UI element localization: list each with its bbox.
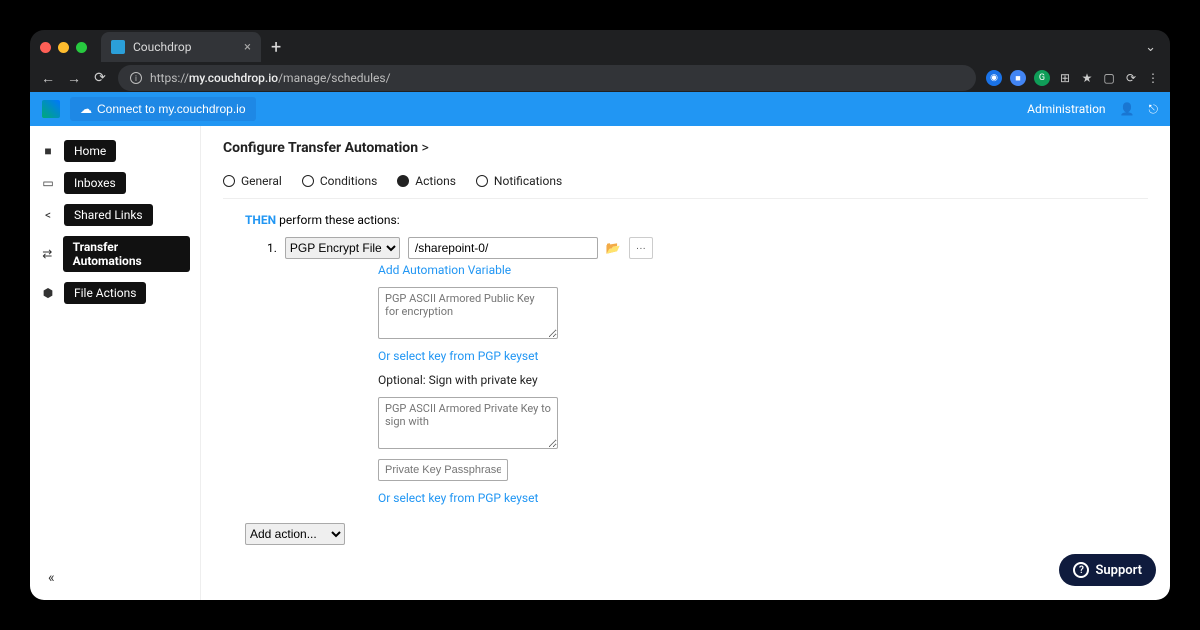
sidebar-item-home[interactable]: ■ Home [40,140,190,162]
logout-icon[interactable]: ⎋ [1149,102,1159,117]
connect-button[interactable]: ☁ Connect to my.couchdrop.io [70,97,256,121]
profile-square-icon[interactable]: ▢ [1102,71,1116,85]
app-topbar: ☁ Connect to my.couchdrop.io Administrat… [30,92,1170,126]
cloud-icon: ☁ [80,102,92,116]
step-circle-icon [223,175,235,187]
extension-icon[interactable]: ◉ [986,70,1002,86]
folder-icon: ■ [40,144,56,158]
new-tab-button[interactable]: + [271,37,281,58]
action-row: 1. PGP Encrypt File 📂 ··· [267,237,1148,259]
site-info-icon[interactable]: i [130,72,142,84]
window-controls [40,42,87,53]
extension-puzzle-icon[interactable]: ⊞ [1058,71,1072,85]
bookmark-icon[interactable]: ★ [1080,71,1094,85]
chevron-down-icon[interactable]: ⌄ [1145,40,1156,55]
close-tab-icon[interactable]: × [244,40,251,55]
collapse-sidebar-icon[interactable]: « [48,570,55,586]
sidebar-item-label: Inboxes [64,172,126,194]
tab-strip: Couchdrop × + ⌄ [30,30,1170,64]
step-label: Actions [415,174,456,188]
sidebar-item-inboxes[interactable]: ▭ Inboxes [40,172,190,194]
sidebar-item-file-actions[interactable]: ⬢ File Actions [40,282,190,304]
sidebar-item-label: Home [64,140,116,162]
app-logo[interactable] [42,100,60,118]
add-variable-link[interactable]: Add Automation Variable [378,263,1148,277]
share-icon: < [40,208,56,222]
forward-button[interactable]: → [66,70,82,87]
app-body: ■ Home ▭ Inboxes < Shared Links ⇄ Transf… [30,126,1170,600]
step-label: Conditions [320,174,377,188]
public-key-textarea[interactable] [378,287,558,339]
administration-link[interactable]: Administration [1027,102,1105,116]
user-icon[interactable]: 👤 [1120,102,1135,116]
tab-title: Couchdrop [133,40,191,54]
sidebar: ■ Home ▭ Inboxes < Shared Links ⇄ Transf… [30,126,200,600]
sidebar-item-label: Transfer Automations [63,236,190,272]
address-bar[interactable]: i https://my.couchdrop.io/manage/schedul… [118,65,976,91]
main-content: Configure Transfer Automation > General … [200,126,1170,600]
step-notifications[interactable]: Notifications [476,174,562,188]
action-number: 1. [267,241,277,255]
cast-icon[interactable]: ⟳ [1124,71,1138,85]
support-label: Support [1095,563,1142,578]
optional-sign-label: Optional: Sign with private key [378,373,1148,387]
step-label: Notifications [494,174,562,188]
select-keyset-link[interactable]: Or select key from PGP keyset [378,349,1148,363]
maximize-window-icon[interactable] [76,42,87,53]
step-conditions[interactable]: Conditions [302,174,377,188]
private-key-textarea[interactable] [378,397,558,449]
select-keyset-link-2[interactable]: Or select key from PGP keyset [378,491,1148,505]
browser-window: Couchdrop × + ⌄ ← → ⟳ i https://my.couch… [30,30,1170,600]
step-circle-filled-icon [397,175,409,187]
sidebar-item-label: File Actions [64,282,146,304]
action-type-select[interactable]: PGP Encrypt File [285,237,400,259]
folder-open-icon[interactable]: 📂 [606,241,621,255]
more-options-button[interactable]: ··· [629,237,653,259]
breadcrumb-arrow-icon: > [422,140,429,156]
action-details: Add Automation Variable Or select key fr… [378,263,1148,505]
step-actions[interactable]: Actions [397,174,456,188]
step-tabs: General Conditions Actions Notifications [223,174,1148,188]
step-general[interactable]: General [223,174,282,188]
menu-icon[interactable]: ⋮ [1146,71,1160,85]
add-action-select[interactable]: Add action... [245,523,345,545]
extension-icon[interactable]: G [1034,70,1050,86]
connect-label: Connect to my.couchdrop.io [97,102,246,116]
extension-icon[interactable]: ■ [1010,70,1026,86]
sidebar-item-transfer-automations[interactable]: ⇄ Transfer Automations [40,236,190,272]
back-button[interactable]: ← [40,70,56,87]
passphrase-input[interactable] [378,459,508,481]
step-circle-icon [476,175,488,187]
path-input[interactable] [408,237,598,259]
add-action-row: Add action... [245,523,1148,545]
page-title: Configure Transfer Automation > [223,140,1148,156]
divider [223,198,1148,199]
app-viewport: ☁ Connect to my.couchdrop.io Administrat… [30,92,1170,600]
favicon [111,40,125,54]
sidebar-item-label: Shared Links [64,204,153,226]
inbox-icon: ▭ [40,176,56,190]
browser-chrome: Couchdrop × + ⌄ ← → ⟳ i https://my.couch… [30,30,1170,92]
reload-button[interactable]: ⟳ [92,70,108,86]
extension-icons: ◉ ■ G ⊞ ★ ▢ ⟳ ⋮ [986,70,1160,86]
close-window-icon[interactable] [40,42,51,53]
sidebar-item-shared-links[interactable]: < Shared Links [40,204,190,226]
support-button[interactable]: ? Support [1059,554,1156,586]
browser-tab[interactable]: Couchdrop × [101,32,261,62]
step-circle-icon [302,175,314,187]
help-icon: ? [1073,562,1089,578]
then-label: THEN perform these actions: [245,213,1148,227]
transfer-icon: ⇄ [40,247,55,261]
address-toolbar: ← → ⟳ i https://my.couchdrop.io/manage/s… [30,64,1170,92]
minimize-window-icon[interactable] [58,42,69,53]
step-label: General [241,174,282,188]
file-action-icon: ⬢ [40,286,56,300]
url-text: https://my.couchdrop.io/manage/schedules… [150,71,391,85]
